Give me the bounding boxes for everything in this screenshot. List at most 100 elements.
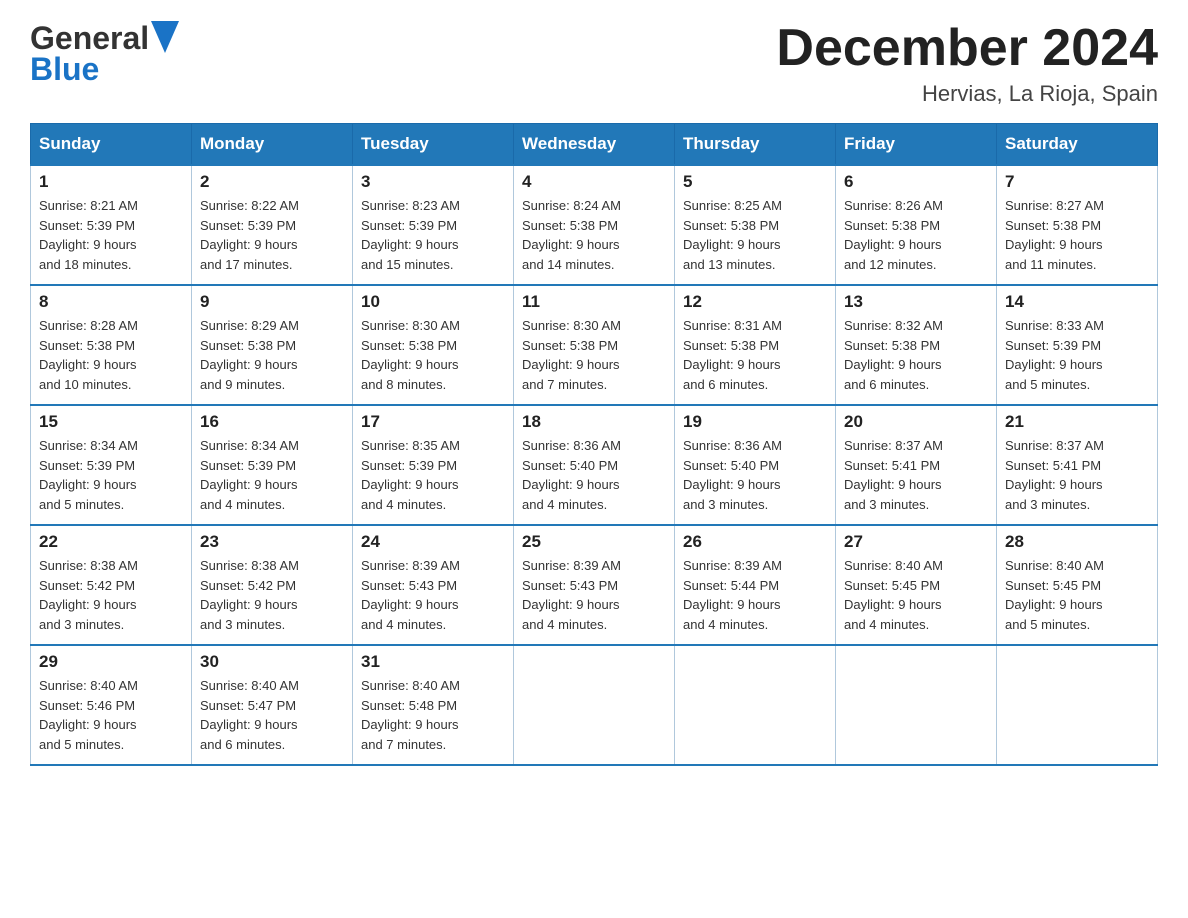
weekday-header-saturday: Saturday: [997, 124, 1158, 166]
day-number: 11: [522, 292, 666, 312]
day-number: 22: [39, 532, 183, 552]
calendar-week-2: 8 Sunrise: 8:28 AM Sunset: 5:38 PM Dayli…: [31, 285, 1158, 405]
day-info: Sunrise: 8:23 AM Sunset: 5:39 PM Dayligh…: [361, 196, 505, 274]
weekday-header-friday: Friday: [836, 124, 997, 166]
title-section: December 2024 Hervias, La Rioja, Spain: [776, 20, 1158, 107]
day-number: 1: [39, 172, 183, 192]
day-number: 14: [1005, 292, 1149, 312]
logo-triangle-icon: [151, 21, 179, 53]
day-number: 4: [522, 172, 666, 192]
day-number: 31: [361, 652, 505, 672]
day-number: 18: [522, 412, 666, 432]
day-number: 23: [200, 532, 344, 552]
day-info: Sunrise: 8:25 AM Sunset: 5:38 PM Dayligh…: [683, 196, 827, 274]
calendar-cell: [997, 645, 1158, 765]
calendar-cell: 31 Sunrise: 8:40 AM Sunset: 5:48 PM Dayl…: [353, 645, 514, 765]
weekday-header-monday: Monday: [192, 124, 353, 166]
calendar-cell: 27 Sunrise: 8:40 AM Sunset: 5:45 PM Dayl…: [836, 525, 997, 645]
calendar-cell: 25 Sunrise: 8:39 AM Sunset: 5:43 PM Dayl…: [514, 525, 675, 645]
day-info: Sunrise: 8:34 AM Sunset: 5:39 PM Dayligh…: [39, 436, 183, 514]
day-info: Sunrise: 8:24 AM Sunset: 5:38 PM Dayligh…: [522, 196, 666, 274]
calendar-table: SundayMondayTuesdayWednesdayThursdayFrid…: [30, 123, 1158, 766]
calendar-cell: 18 Sunrise: 8:36 AM Sunset: 5:40 PM Dayl…: [514, 405, 675, 525]
weekday-header-sunday: Sunday: [31, 124, 192, 166]
calendar-cell: 5 Sunrise: 8:25 AM Sunset: 5:38 PM Dayli…: [675, 165, 836, 285]
logo: General Blue: [30, 20, 179, 88]
weekday-header-tuesday: Tuesday: [353, 124, 514, 166]
calendar-cell: 14 Sunrise: 8:33 AM Sunset: 5:39 PM Dayl…: [997, 285, 1158, 405]
calendar-week-5: 29 Sunrise: 8:40 AM Sunset: 5:46 PM Dayl…: [31, 645, 1158, 765]
day-info: Sunrise: 8:21 AM Sunset: 5:39 PM Dayligh…: [39, 196, 183, 274]
calendar-cell: 24 Sunrise: 8:39 AM Sunset: 5:43 PM Dayl…: [353, 525, 514, 645]
location-title: Hervias, La Rioja, Spain: [776, 81, 1158, 107]
day-info: Sunrise: 8:40 AM Sunset: 5:46 PM Dayligh…: [39, 676, 183, 754]
day-number: 20: [844, 412, 988, 432]
day-info: Sunrise: 8:31 AM Sunset: 5:38 PM Dayligh…: [683, 316, 827, 394]
calendar-week-3: 15 Sunrise: 8:34 AM Sunset: 5:39 PM Dayl…: [31, 405, 1158, 525]
day-number: 5: [683, 172, 827, 192]
day-number: 25: [522, 532, 666, 552]
month-title: December 2024: [776, 20, 1158, 77]
day-info: Sunrise: 8:36 AM Sunset: 5:40 PM Dayligh…: [522, 436, 666, 514]
calendar-cell: 28 Sunrise: 8:40 AM Sunset: 5:45 PM Dayl…: [997, 525, 1158, 645]
day-number: 24: [361, 532, 505, 552]
calendar-cell: 17 Sunrise: 8:35 AM Sunset: 5:39 PM Dayl…: [353, 405, 514, 525]
day-info: Sunrise: 8:28 AM Sunset: 5:38 PM Dayligh…: [39, 316, 183, 394]
day-info: Sunrise: 8:22 AM Sunset: 5:39 PM Dayligh…: [200, 196, 344, 274]
day-number: 27: [844, 532, 988, 552]
calendar-cell: 1 Sunrise: 8:21 AM Sunset: 5:39 PM Dayli…: [31, 165, 192, 285]
calendar-cell: [514, 645, 675, 765]
page-header: General Blue December 2024 Hervias, La R…: [30, 20, 1158, 107]
calendar-week-4: 22 Sunrise: 8:38 AM Sunset: 5:42 PM Dayl…: [31, 525, 1158, 645]
day-info: Sunrise: 8:29 AM Sunset: 5:38 PM Dayligh…: [200, 316, 344, 394]
day-number: 19: [683, 412, 827, 432]
calendar-cell: 10 Sunrise: 8:30 AM Sunset: 5:38 PM Dayl…: [353, 285, 514, 405]
day-number: 6: [844, 172, 988, 192]
calendar-cell: 21 Sunrise: 8:37 AM Sunset: 5:41 PM Dayl…: [997, 405, 1158, 525]
calendar-cell: 6 Sunrise: 8:26 AM Sunset: 5:38 PM Dayli…: [836, 165, 997, 285]
calendar-week-1: 1 Sunrise: 8:21 AM Sunset: 5:39 PM Dayli…: [31, 165, 1158, 285]
day-number: 17: [361, 412, 505, 432]
day-info: Sunrise: 8:39 AM Sunset: 5:43 PM Dayligh…: [361, 556, 505, 634]
calendar-cell: 12 Sunrise: 8:31 AM Sunset: 5:38 PM Dayl…: [675, 285, 836, 405]
day-number: 7: [1005, 172, 1149, 192]
calendar-cell: 2 Sunrise: 8:22 AM Sunset: 5:39 PM Dayli…: [192, 165, 353, 285]
day-info: Sunrise: 8:38 AM Sunset: 5:42 PM Dayligh…: [200, 556, 344, 634]
day-info: Sunrise: 8:40 AM Sunset: 5:48 PM Dayligh…: [361, 676, 505, 754]
calendar-cell: 22 Sunrise: 8:38 AM Sunset: 5:42 PM Dayl…: [31, 525, 192, 645]
calendar-cell: 29 Sunrise: 8:40 AM Sunset: 5:46 PM Dayl…: [31, 645, 192, 765]
day-number: 3: [361, 172, 505, 192]
day-info: Sunrise: 8:32 AM Sunset: 5:38 PM Dayligh…: [844, 316, 988, 394]
day-info: Sunrise: 8:30 AM Sunset: 5:38 PM Dayligh…: [361, 316, 505, 394]
calendar-cell: 20 Sunrise: 8:37 AM Sunset: 5:41 PM Dayl…: [836, 405, 997, 525]
calendar-cell: 8 Sunrise: 8:28 AM Sunset: 5:38 PM Dayli…: [31, 285, 192, 405]
calendar-cell: 3 Sunrise: 8:23 AM Sunset: 5:39 PM Dayli…: [353, 165, 514, 285]
day-info: Sunrise: 8:35 AM Sunset: 5:39 PM Dayligh…: [361, 436, 505, 514]
calendar-cell: 13 Sunrise: 8:32 AM Sunset: 5:38 PM Dayl…: [836, 285, 997, 405]
day-info: Sunrise: 8:30 AM Sunset: 5:38 PM Dayligh…: [522, 316, 666, 394]
day-info: Sunrise: 8:26 AM Sunset: 5:38 PM Dayligh…: [844, 196, 988, 274]
weekday-header-row: SundayMondayTuesdayWednesdayThursdayFrid…: [31, 124, 1158, 166]
calendar-cell: 23 Sunrise: 8:38 AM Sunset: 5:42 PM Dayl…: [192, 525, 353, 645]
weekday-header-thursday: Thursday: [675, 124, 836, 166]
day-number: 26: [683, 532, 827, 552]
weekday-header-wednesday: Wednesday: [514, 124, 675, 166]
calendar-cell: 7 Sunrise: 8:27 AM Sunset: 5:38 PM Dayli…: [997, 165, 1158, 285]
day-number: 15: [39, 412, 183, 432]
day-info: Sunrise: 8:39 AM Sunset: 5:43 PM Dayligh…: [522, 556, 666, 634]
day-info: Sunrise: 8:37 AM Sunset: 5:41 PM Dayligh…: [1005, 436, 1149, 514]
day-info: Sunrise: 8:40 AM Sunset: 5:45 PM Dayligh…: [844, 556, 988, 634]
day-number: 2: [200, 172, 344, 192]
day-number: 9: [200, 292, 344, 312]
day-info: Sunrise: 8:36 AM Sunset: 5:40 PM Dayligh…: [683, 436, 827, 514]
day-number: 29: [39, 652, 183, 672]
day-number: 8: [39, 292, 183, 312]
day-info: Sunrise: 8:40 AM Sunset: 5:45 PM Dayligh…: [1005, 556, 1149, 634]
calendar-cell: 19 Sunrise: 8:36 AM Sunset: 5:40 PM Dayl…: [675, 405, 836, 525]
day-number: 10: [361, 292, 505, 312]
day-number: 30: [200, 652, 344, 672]
day-number: 28: [1005, 532, 1149, 552]
calendar-cell: 30 Sunrise: 8:40 AM Sunset: 5:47 PM Dayl…: [192, 645, 353, 765]
day-info: Sunrise: 8:40 AM Sunset: 5:47 PM Dayligh…: [200, 676, 344, 754]
day-number: 21: [1005, 412, 1149, 432]
